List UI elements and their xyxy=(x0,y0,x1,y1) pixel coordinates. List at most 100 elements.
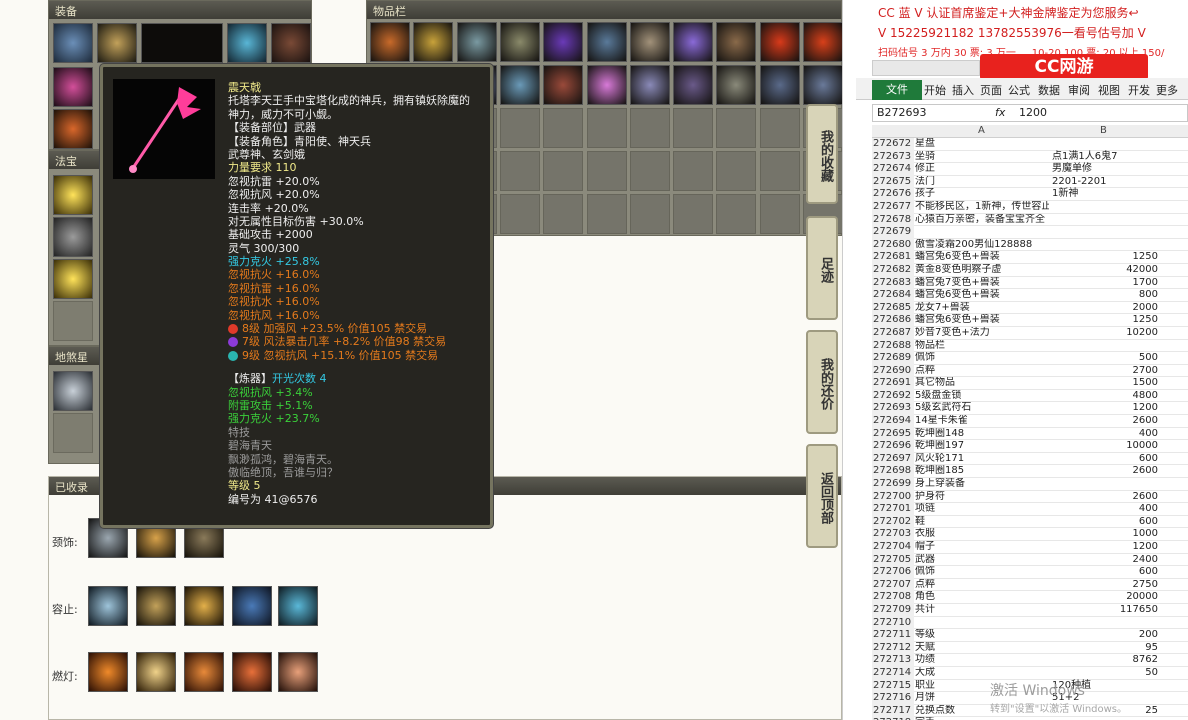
cell-a[interactable]: 身上穿装备 xyxy=(915,478,1049,491)
cell-a[interactable]: 衣服 xyxy=(915,528,1049,541)
collection-item[interactable] xyxy=(184,652,224,692)
inventory-slot[interactable] xyxy=(629,65,670,105)
fabao-slot-1[interactable] xyxy=(53,175,93,215)
cell-b[interactable]: 1200 xyxy=(1050,541,1160,554)
cell-a[interactable]: 不能移民区，1新神，传世容止风克火平秒 xyxy=(915,201,1049,214)
cell-a[interactable]: 乾坤圈185 xyxy=(915,465,1049,478)
inventory-slot[interactable] xyxy=(759,151,800,191)
cell-b[interactable]: 400 xyxy=(1050,428,1160,441)
cell-a[interactable]: 法门 xyxy=(915,176,1049,189)
cell-a[interactable]: 蟠宫兔6变色+兽装 xyxy=(915,251,1049,264)
cell-b[interactable]: 500 xyxy=(1050,352,1160,365)
column-b-header[interactable]: B xyxy=(1100,125,1107,136)
cell-a[interactable]: 护身符 xyxy=(915,491,1049,504)
cell-a[interactable]: 佩饰 xyxy=(915,566,1049,579)
collection-item[interactable] xyxy=(278,652,318,692)
inventory-slot[interactable] xyxy=(716,151,757,191)
ribbon-tab[interactable]: 更多 xyxy=(1156,82,1178,98)
cell-a[interactable]: 妙音7变色+法力 xyxy=(915,327,1049,340)
inventory-slot[interactable] xyxy=(716,22,757,62)
cell-b[interactable]: 400 xyxy=(1050,503,1160,516)
ribbon-tab[interactable]: 开始 xyxy=(924,82,946,98)
inventory-slot[interactable] xyxy=(759,65,800,105)
cell-b[interactable]: 1500 xyxy=(1050,377,1160,390)
cell-b[interactable]: 600 xyxy=(1050,516,1160,529)
cell-a[interactable]: 等级 xyxy=(915,629,1049,642)
equip-slot-charm[interactable] xyxy=(53,109,93,149)
cell-a[interactable]: 大成 xyxy=(915,667,1049,680)
cell-a[interactable]: 帽子 xyxy=(915,541,1049,554)
inventory-slot[interactable] xyxy=(673,108,714,148)
cell-a[interactable]: 14星卡朱雀 xyxy=(915,415,1049,428)
cell-b[interactable]: 50 xyxy=(1050,667,1160,680)
inventory-slot[interactable] xyxy=(499,22,540,62)
cell-a[interactable]: 龙女7+兽装 xyxy=(915,302,1049,315)
cell-a[interactable]: 乾坤圈148 xyxy=(915,428,1049,441)
cell-a[interactable]: 武器 xyxy=(915,554,1049,567)
ribbon-tab[interactable]: 公式 xyxy=(1008,82,1030,98)
cell-a[interactable]: 乾坤圈197 xyxy=(915,440,1049,453)
inventory-slot[interactable] xyxy=(499,194,540,234)
collection-item[interactable] xyxy=(184,586,224,626)
equip-slot-weapon-display[interactable] xyxy=(141,23,223,63)
sidebar-my-counteroffer[interactable]: 我的还价 xyxy=(806,330,838,434)
inventory-slot[interactable] xyxy=(716,194,757,234)
cell-a[interactable]: 风火轮171 xyxy=(915,453,1049,466)
inventory-slot[interactable] xyxy=(673,151,714,191)
cell-a[interactable]: 鞋 xyxy=(915,516,1049,529)
ribbon-tab[interactable]: 页面 xyxy=(980,82,1002,98)
inventory-slot[interactable] xyxy=(759,22,800,62)
inventory-slot[interactable] xyxy=(586,65,627,105)
inventory-slot[interactable] xyxy=(629,108,670,148)
cell-a[interactable]: 5级玄武符石 xyxy=(915,402,1049,415)
cell-b[interactable]: 95 xyxy=(1050,642,1160,655)
cell-a[interactable]: 心猿百万亲密，装备宝宝齐全 xyxy=(915,214,1049,227)
inventory-slot[interactable] xyxy=(413,22,454,62)
ribbon-tab[interactable]: 数据 xyxy=(1038,82,1060,98)
ribbon-tab[interactable]: 开发 xyxy=(1128,82,1150,98)
inventory-slot[interactable] xyxy=(803,65,843,105)
cell-b[interactable]: 2000 xyxy=(1050,302,1160,315)
inventory-slot[interactable] xyxy=(586,151,627,191)
cell-a[interactable]: 物品栏 xyxy=(915,340,1049,353)
inventory-slot[interactable] xyxy=(499,151,540,191)
cell-a[interactable]: 其它物品 xyxy=(915,377,1049,390)
inventory-slot[interactable] xyxy=(456,22,497,62)
collection-item[interactable] xyxy=(278,586,318,626)
sidebar-back-to-top[interactable]: 返回顶部 xyxy=(806,444,838,548)
cell-b[interactable]: 10200 xyxy=(1050,327,1160,340)
cell-a[interactable]: 佩饰 xyxy=(915,352,1049,365)
tab-file[interactable]: 文件 xyxy=(872,80,922,100)
cell-a[interactable]: 功绩 xyxy=(915,654,1049,667)
cell-a[interactable]: 点粹 xyxy=(915,579,1049,592)
collection-item[interactable] xyxy=(88,586,128,626)
inventory-slot[interactable] xyxy=(716,65,757,105)
cell-a[interactable]: 蟠宫兔6变色+兽装 xyxy=(915,289,1049,302)
cell-b[interactable]: 1250 xyxy=(1050,251,1160,264)
fabao-slot-4[interactable] xyxy=(53,301,93,341)
cell-b[interactable]: 2750 xyxy=(1050,579,1160,592)
inventory-slot[interactable] xyxy=(716,108,757,148)
equip-slot-weapon[interactable] xyxy=(53,67,93,107)
page-scrollbar[interactable] xyxy=(842,0,856,720)
inventory-slot[interactable] xyxy=(629,151,670,191)
fabao-slot-3[interactable] xyxy=(53,259,93,299)
collection-item[interactable] xyxy=(136,586,176,626)
formula-input[interactable]: 1200 xyxy=(1019,106,1047,119)
cell-b[interactable]: 1250 xyxy=(1050,314,1160,327)
dish-slot-2[interactable] xyxy=(53,413,93,453)
cell-b[interactable]: 2201-2201 xyxy=(1050,176,1160,189)
cell-b[interactable]: 600 xyxy=(1050,453,1160,466)
inventory-slot[interactable] xyxy=(370,22,410,62)
cell-a[interactable]: 蟠宫兔7变色+兽装 xyxy=(915,277,1049,290)
cell-b[interactable]: 1200 xyxy=(1050,402,1160,415)
inventory-slot[interactable] xyxy=(586,194,627,234)
cell-b[interactable]: 600 xyxy=(1050,566,1160,579)
cell-b[interactable]: 男魔单修 xyxy=(1050,163,1160,176)
inventory-slot[interactable] xyxy=(673,65,714,105)
inventory-slot[interactable] xyxy=(543,65,584,105)
cell-b[interactable]: 10000 xyxy=(1050,440,1160,453)
sidebar-footprint[interactable]: 足迹 xyxy=(806,216,838,320)
inventory-slot[interactable] xyxy=(586,22,627,62)
dish-slot-1[interactable] xyxy=(53,371,93,411)
